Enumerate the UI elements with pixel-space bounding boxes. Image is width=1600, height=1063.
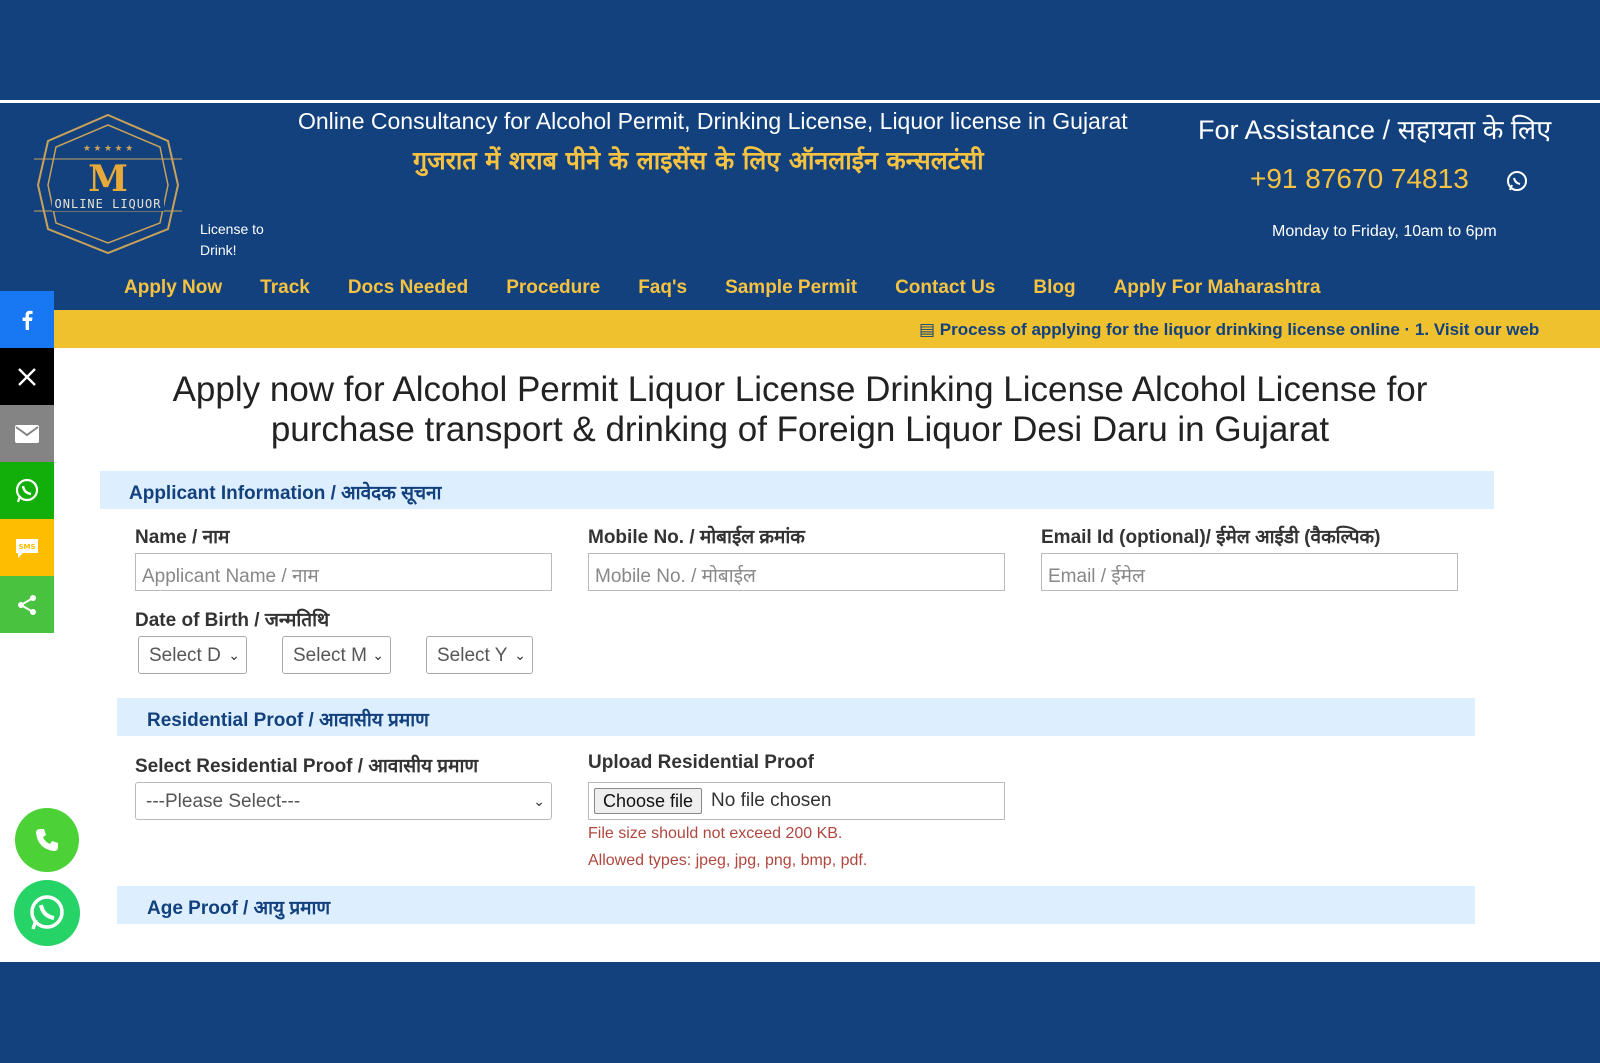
assistance-title: For Assistance / सहायता के लिए bbox=[1198, 115, 1552, 145]
chevron-down-icon: ⌄ bbox=[533, 793, 545, 809]
whatsapp-icon[interactable] bbox=[0, 462, 54, 519]
page-title: Apply now for Alcohol Permit Liquor Lice… bbox=[172, 370, 1428, 449]
chevron-down-icon: ⌄ bbox=[514, 647, 526, 663]
liquor-logo-icon: M ★ ★ ★ ★ ★ bbox=[34, 113, 182, 255]
news-ticker: ▤ Process of applying for the liquor dri… bbox=[54, 310, 1600, 348]
mobile-input[interactable]: Mobile No. / मोबाईल bbox=[588, 553, 1005, 591]
facebook-icon[interactable] bbox=[0, 291, 54, 348]
browser-viewport: M ★ ★ ★ ★ ★ ONLINE LIQUOR License to Dri… bbox=[0, 100, 1600, 962]
email-label: Email Id (optional)/ ईमेल आईडी (वैकल्पिक… bbox=[1041, 527, 1381, 548]
residential-file-input[interactable]: Choose file No file chosen bbox=[588, 782, 1005, 820]
dob-day-value: Select D bbox=[149, 645, 221, 666]
tagline-hindi: गुजरात में शराब पीने के लाइसेंस के लिए ऑ… bbox=[413, 146, 984, 175]
whatsapp-icon[interactable] bbox=[1505, 169, 1529, 193]
name-input[interactable]: Applicant Name / नाम bbox=[135, 553, 552, 591]
dob-year-value: Select Y bbox=[437, 645, 508, 666]
section-title: Residential Proof / आवासीय प्रमाण bbox=[147, 710, 429, 731]
share-icon[interactable] bbox=[0, 576, 54, 633]
section-applicant-info: Applicant Information / आवेदक सूचना bbox=[100, 471, 1494, 509]
choose-file-button[interactable]: Choose file bbox=[594, 788, 703, 814]
nav-apply-maharashtra[interactable]: Apply For Maharashtra bbox=[1114, 277, 1321, 299]
mobile-label: Mobile No. / मोबाईल क्रमांक bbox=[588, 527, 805, 548]
nav-blog[interactable]: Blog bbox=[1033, 277, 1075, 299]
nav-contact-us[interactable]: Contact Us bbox=[895, 277, 995, 299]
file-types-hint: Allowed types: jpeg, jpg, png, bmp, pdf. bbox=[588, 852, 868, 869]
chevron-down-icon: ⌄ bbox=[372, 647, 384, 663]
name-label: Name / नाम bbox=[135, 527, 230, 548]
id-card-icon: ▤ bbox=[919, 320, 940, 339]
whatsapp-icon bbox=[30, 895, 64, 930]
email-input[interactable]: Email / ईमेल bbox=[1041, 553, 1458, 591]
section-age-proof: Age Proof / आयु प्रमाण bbox=[117, 886, 1475, 924]
svg-text:M: M bbox=[88, 158, 128, 200]
whatsapp-chat-button[interactable] bbox=[14, 880, 80, 946]
section-title: Applicant Information / आवेदक सूचना bbox=[129, 483, 442, 504]
nav-apply-now[interactable]: Apply Now bbox=[124, 277, 222, 299]
phone-icon bbox=[36, 829, 58, 851]
dob-label: Date of Birth / जन्मतिथि bbox=[135, 610, 330, 631]
tagline-english: Online Consultancy for Alcohol Permit, D… bbox=[298, 108, 1128, 134]
email-icon[interactable] bbox=[0, 405, 54, 462]
sms-icon[interactable]: SMS bbox=[0, 519, 54, 576]
ticker-link[interactable]: ▤ Process of applying for the liquor dri… bbox=[919, 320, 1539, 340]
call-button[interactable] bbox=[15, 808, 79, 872]
site-header: M ★ ★ ★ ★ ★ ONLINE LIQUOR License to Dri… bbox=[0, 100, 1600, 310]
nav-sample-permit[interactable]: Sample Permit bbox=[725, 277, 857, 299]
dob-month-value: Select M bbox=[293, 645, 367, 666]
assistance-hours: Monday to Friday, 10am to 6pm bbox=[1272, 223, 1497, 240]
email-placeholder: Email / ईमेल bbox=[1048, 566, 1145, 587]
section-residential-proof: Residential Proof / आवासीय प्रमाण bbox=[117, 698, 1475, 736]
section-title: Age Proof / आयु प्रमाण bbox=[147, 898, 331, 919]
nav-docs-needed[interactable]: Docs Needed bbox=[348, 277, 468, 299]
residential-select-value: ---Please Select--- bbox=[146, 791, 301, 812]
name-placeholder: Applicant Name / नाम bbox=[142, 566, 319, 587]
svg-text:★ ★ ★ ★ ★: ★ ★ ★ ★ ★ bbox=[83, 143, 133, 153]
dob-day-select[interactable]: Select D ⌄ bbox=[138, 636, 247, 674]
site-logo[interactable]: M ★ ★ ★ ★ ★ ONLINE LIQUOR bbox=[34, 111, 182, 257]
x-icon[interactable] bbox=[0, 348, 54, 405]
residential-select-label: Select Residential Proof / आवासीय प्रमाण bbox=[135, 756, 479, 777]
file-size-hint: File size should not exceed 200 KB. bbox=[588, 825, 843, 842]
chevron-down-icon: ⌄ bbox=[228, 647, 240, 663]
logo-wordmark: ONLINE LIQUOR bbox=[52, 197, 164, 211]
residential-proof-select[interactable]: ---Please Select--- ⌄ bbox=[135, 782, 552, 820]
nav-track[interactable]: Track bbox=[260, 277, 310, 299]
mobile-placeholder: Mobile No. / मोबाईल bbox=[595, 566, 756, 587]
dob-month-select[interactable]: Select M ⌄ bbox=[282, 636, 391, 674]
ticker-text: Process of applying for the liquor drink… bbox=[939, 320, 1540, 339]
file-status: No file chosen bbox=[711, 790, 832, 811]
upload-residential-label: Upload Residential Proof bbox=[588, 752, 814, 773]
assistance-phone[interactable]: +91 87670 74813 bbox=[1250, 163, 1469, 195]
logo-tagline: License to Drink! bbox=[200, 221, 264, 258]
dob-year-select[interactable]: Select Y ⌄ bbox=[426, 636, 533, 674]
nav-procedure[interactable]: Procedure bbox=[506, 277, 600, 299]
nav-faqs[interactable]: Faq's bbox=[638, 277, 687, 299]
svg-text:SMS: SMS bbox=[18, 543, 35, 551]
share-bar: SMS bbox=[0, 291, 54, 633]
main-nav: Apply Now Track Docs Needed Procedure Fa… bbox=[124, 277, 1359, 299]
